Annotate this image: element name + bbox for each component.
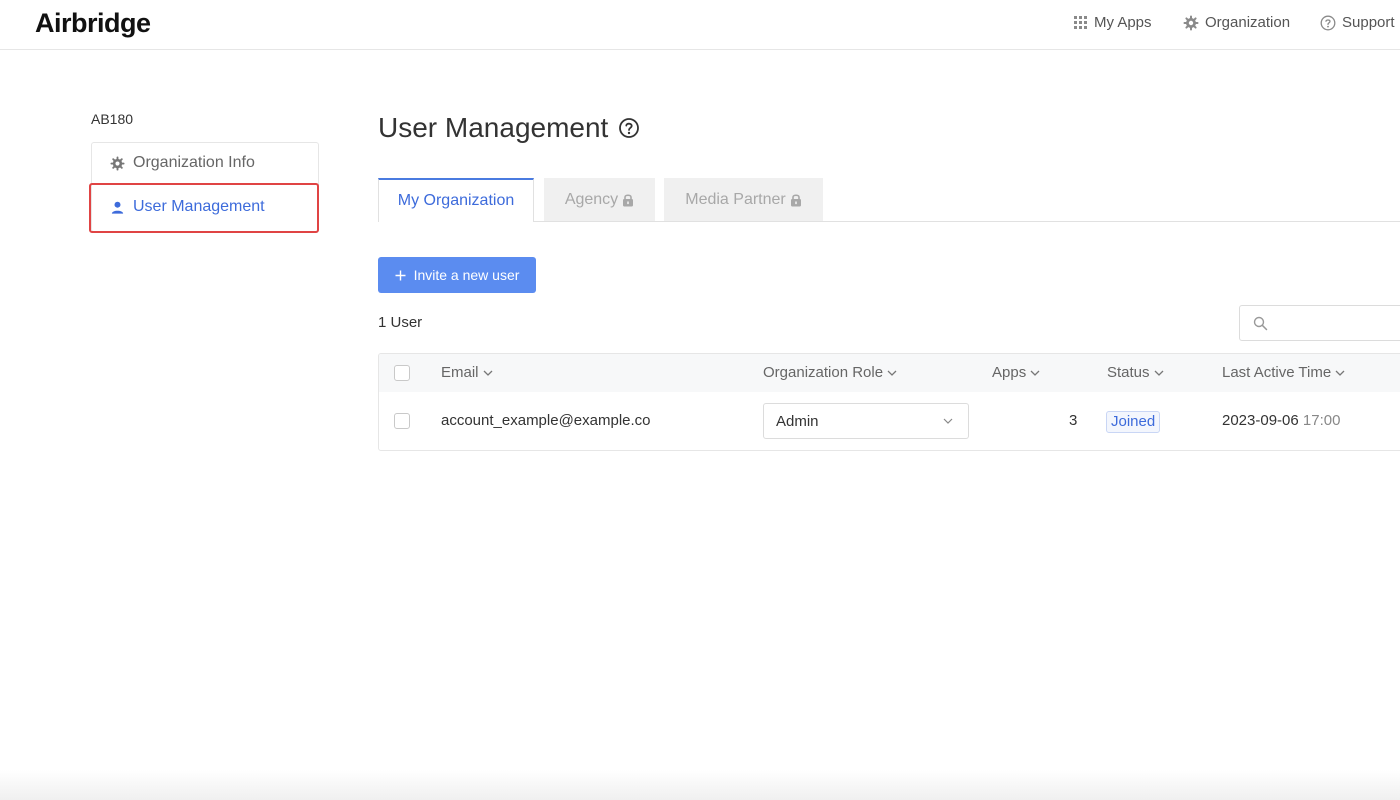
role-select-value: Admin [776, 413, 819, 430]
tab-label: Media Partner [685, 190, 786, 208]
column-header-label: Apps [992, 364, 1027, 381]
chevron-down-icon [1335, 370, 1345, 376]
airbridge-logo[interactable]: Airbridge [35, 8, 151, 39]
table-header: Email Organization Role Apps Status Last… [379, 354, 1400, 392]
last-active-clock: 17:00 [1302, 412, 1341, 429]
column-header-apps[interactable]: Apps [992, 364, 1040, 381]
page-title: User Management [378, 112, 640, 144]
tab-agency[interactable]: Agency [544, 178, 655, 221]
tab-my-organization[interactable]: My Organization [378, 178, 534, 222]
help-circle-icon [1320, 15, 1336, 30]
row-checkbox[interactable] [394, 413, 410, 429]
page-title-text: User Management [378, 112, 609, 143]
status-badge: Joined [1106, 411, 1161, 433]
column-header-last-active-time[interactable]: Last Active Time [1222, 364, 1345, 381]
column-header-label: Last Active Time [1222, 364, 1332, 381]
last-active-time: 2023-09-06 17:00 [1222, 412, 1340, 429]
column-header-status[interactable]: Status [1107, 364, 1164, 381]
help-circle-icon[interactable] [618, 117, 640, 139]
gear-icon [1183, 15, 1199, 30]
organization-link[interactable]: Organization [1183, 14, 1290, 31]
my-apps-link[interactable]: My Apps [1073, 14, 1152, 31]
organization-name: AB180 [91, 111, 134, 127]
chevron-down-icon [887, 370, 897, 376]
support-link[interactable]: Support [1320, 14, 1395, 31]
user-icon [111, 201, 124, 214]
apps-count: 3 [1069, 412, 1078, 429]
support-label: Support [1342, 14, 1395, 31]
plus-icon [395, 270, 406, 280]
gear-icon [110, 155, 125, 171]
organization-role-select[interactable]: Admin [763, 403, 969, 439]
column-header-organization-role[interactable]: Organization Role [763, 364, 897, 381]
chevron-down-icon [1030, 370, 1040, 376]
lock-icon [790, 193, 801, 206]
users-table: Email Organization Role Apps Status Last… [378, 353, 1400, 451]
column-header-label: Organization Role [763, 364, 884, 381]
column-header-email[interactable]: Email [441, 364, 493, 381]
tab-label: Agency [564, 190, 619, 208]
invite-user-button[interactable]: Invite a new user [378, 257, 536, 293]
last-active-date: 2023-09-06 [1222, 412, 1299, 429]
tab-media-partner[interactable]: Media Partner [664, 178, 823, 221]
lock-icon [623, 193, 634, 206]
sidebar-item-organization-info[interactable]: Organization Info [110, 154, 255, 172]
tab-label: My Organization [397, 192, 515, 209]
invite-button-label: Invite a new user [413, 267, 520, 283]
my-apps-label: My Apps [1094, 14, 1152, 31]
sidebar-item-user-management[interactable]: User Management [110, 198, 265, 216]
sidebar-item-label: User Management [133, 198, 265, 215]
user-count: 1 User [378, 314, 423, 331]
search-input[interactable] [1239, 305, 1400, 341]
bottom-fade [0, 770, 1400, 800]
user-email: account_example@example.co [441, 412, 651, 429]
column-header-label: Email [441, 364, 479, 381]
column-header-label: Status [1107, 364, 1150, 381]
chevron-down-icon [1154, 370, 1163, 376]
top-navigation-bar: Airbridge My Apps Organization Support [0, 0, 1400, 50]
chevron-down-icon [483, 370, 492, 376]
grid-icon [1074, 16, 1087, 29]
sidebar-item-label: Organization Info [133, 154, 255, 171]
organization-label: Organization [1205, 14, 1291, 31]
search-icon [1253, 316, 1268, 331]
chevron-down-icon [943, 418, 953, 424]
select-all-checkbox[interactable] [394, 365, 410, 381]
